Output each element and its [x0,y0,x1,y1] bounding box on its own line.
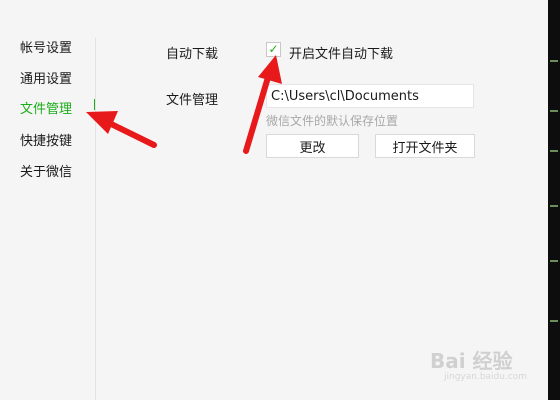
file-management-label: 文件管理 [166,93,219,108]
sidebar-item-general[interactable]: 通用设置 [20,68,72,87]
auto-download-checkbox-label[interactable]: 开启文件自动下载 [289,43,393,62]
sidebar-item-about[interactable]: 关于微信 [20,161,72,180]
checkmark-icon: ✓ [268,42,279,56]
baidu-watermark-url: jingyan.baidu.com [444,372,528,382]
sidebar-item-file-management[interactable]: 文件管理 [20,98,72,117]
auto-download-label: 自动下载 [166,47,219,62]
sidebar-item-account[interactable]: 帐号设置 [20,37,72,56]
background-window-edge [548,0,560,400]
save-path-field[interactable] [266,84,474,108]
save-path-hint: 微信文件的默认保存位置 [266,114,399,128]
sidebar-item-shortcuts[interactable]: 快捷按键 [20,130,72,149]
open-folder-button[interactable]: 打开文件夹 [375,134,475,158]
sidebar-divider [95,38,96,400]
baidu-watermark: Bai 经验 [430,349,513,373]
settings-window: 帐号设置 通用设置 文件管理 快捷按键 关于微信 自动下载 ✓ 开启文件自动下载… [0,0,548,400]
change-path-button[interactable]: 更改 [266,134,359,158]
auto-download-checkbox[interactable]: ✓ [266,42,281,57]
